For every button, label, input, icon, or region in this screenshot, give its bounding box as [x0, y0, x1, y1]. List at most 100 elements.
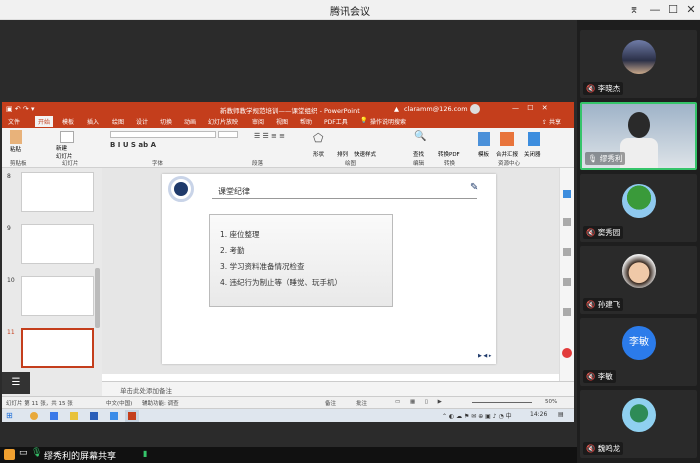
accessibility-status[interactable]: 辅助功能: 调查	[142, 399, 179, 407]
template-button[interactable]: 模板	[478, 150, 489, 158]
pin-icon[interactable]: ⌆	[625, 2, 643, 17]
group-slides: 幻灯片	[62, 161, 79, 167]
side-tool-icon[interactable]	[563, 248, 571, 256]
account-avatar[interactable]	[470, 104, 480, 114]
close-tool-button[interactable]: 关闭器	[524, 150, 541, 158]
merge-report-icon[interactable]	[500, 132, 514, 146]
minimize-button[interactable]: —	[646, 2, 664, 17]
paragraph-icons[interactable]: ☰ ☰ ≡ ≡	[254, 132, 285, 140]
side-tool-icon[interactable]	[563, 308, 571, 316]
participant-tile[interactable]: 🔇 李晓杰	[580, 30, 697, 98]
thumbs-scrollbar[interactable]	[95, 268, 100, 328]
quick-style-button[interactable]: 快速样式	[354, 150, 376, 158]
tab-view[interactable]: 视图	[276, 117, 288, 126]
share-owner-label: 缪秀利的屏幕共享	[44, 452, 117, 462]
close-tool-icon[interactable]	[528, 132, 540, 146]
font-name-select[interactable]	[110, 131, 216, 138]
merge-report-button[interactable]: 合并汇报	[496, 150, 518, 158]
tab-review[interactable]: 审阅	[252, 117, 264, 126]
zoom-slider[interactable]	[472, 402, 532, 403]
participant-name: 🎙 缪秀利	[585, 152, 626, 165]
shape-icon[interactable]: ⬠	[313, 131, 323, 145]
tab-animations[interactable]: 动画	[184, 117, 196, 126]
zoom-level[interactable]: 50%	[545, 399, 557, 405]
to-pdf-button[interactable]: 转换PDF	[438, 150, 460, 158]
flower-icon[interactable]	[562, 348, 572, 358]
template-icon[interactable]	[478, 132, 490, 146]
participant-tile[interactable]: 🔇 魏鸣龙	[580, 390, 697, 458]
participant-name-text: 李晓杰	[597, 84, 621, 93]
slide-thumbnail[interactable]	[21, 276, 94, 316]
side-tool-icon[interactable]	[563, 190, 571, 198]
participant-tile[interactable]: 李敏 🔇 李敏	[580, 318, 697, 386]
list-item: 3. 学习资料准备情况检查	[220, 262, 305, 271]
browser-icon[interactable]	[50, 412, 58, 420]
comments-button[interactable]: 批注	[356, 399, 367, 407]
find-button[interactable]: 查找	[413, 150, 424, 158]
app-icon[interactable]	[110, 412, 118, 420]
tab-home[interactable]: 开始	[35, 116, 54, 127]
shape-button[interactable]: 形状	[313, 150, 324, 158]
powerpoint-icon[interactable]	[128, 412, 136, 420]
notes-pane[interactable]: 单击此处添加备注	[102, 381, 574, 396]
tab-slideshow[interactable]: 幻灯片放映	[208, 117, 238, 126]
paste-icon[interactable]	[10, 130, 22, 144]
font-size-select[interactable]	[218, 131, 238, 138]
tab-transitions[interactable]: 切换	[160, 117, 172, 126]
windows-start-icon[interactable]: ⊞	[6, 411, 13, 420]
group-convert: 转换	[444, 161, 456, 167]
participant-list: 🔇 李晓杰 🎙 缪秀利 🔇 窦秀园 🔇 孙建飞 李敏 🔇 李敏 🔇 魏鸣龙	[577, 20, 700, 463]
participant-name-text: 缪秀利	[599, 154, 623, 163]
slide-info: 幻灯片 第 11 张，共 15 张	[6, 401, 73, 407]
participant-tile[interactable]: 🔇 窦秀园	[580, 174, 697, 242]
taskbar-time: 14:26	[530, 411, 548, 418]
view-icons[interactable]: ▭ ▦ ▯ ▶	[395, 399, 442, 405]
paste-button[interactable]: 粘贴	[10, 145, 21, 153]
maximize-button[interactable]: ☐	[664, 2, 682, 17]
participant-tile[interactable]: 🔇 孙建飞	[580, 246, 697, 314]
tell-me-search[interactable]: 操作说明搜索	[370, 117, 406, 126]
new-slide-icon[interactable]	[60, 131, 74, 143]
participant-avatar	[622, 184, 656, 218]
chrome-icon[interactable]	[30, 412, 38, 420]
ppt-window-controls[interactable]: — ☐ ✕	[512, 104, 548, 112]
participant-name-text: 李敏	[597, 372, 613, 381]
slide-thumbnail-selected[interactable]	[21, 328, 94, 368]
new-slide-button[interactable]: 新建 幻灯片	[56, 144, 73, 160]
list-item: 1. 座位整理	[220, 230, 260, 239]
tab-pdf-tools[interactable]: PDF工具	[324, 117, 348, 126]
current-slide[interactable]: 课堂纪律 ✎ 1. 座位整理 2. 考勤 3. 学习资料准备情况检查 4. 违纪…	[162, 174, 496, 364]
tab-file[interactable]: 文件	[8, 117, 20, 126]
slide-thumbnail[interactable]	[21, 172, 94, 212]
participant-tile-speaking[interactable]: 🎙 缪秀利	[580, 102, 697, 170]
slide-thumbnail[interactable]	[21, 224, 94, 264]
quick-access-icons[interactable]: ▣ ↶ ↷ ▾	[6, 105, 35, 113]
slide-content-box[interactable]: 1. 座位整理 2. 考勤 3. 学习资料准备情况检查 4. 违纪行为制止等（睡…	[209, 214, 393, 307]
notification-icon[interactable]: ▤	[558, 411, 564, 418]
tab-insert[interactable]: 插入	[87, 117, 99, 126]
list-item: 2. 考勤	[220, 246, 245, 255]
notes-button[interactable]: 备注	[325, 399, 336, 407]
pen-icon[interactable]: ✎	[470, 182, 478, 193]
font-format-icons[interactable]: B I U S ab A	[110, 141, 156, 149]
side-tool-icon[interactable]	[563, 218, 571, 226]
tab-draw[interactable]: 绘图	[112, 117, 124, 126]
menu-icon[interactable]: ☰	[2, 372, 30, 394]
tab-template[interactable]: 模板	[62, 117, 74, 126]
account-email[interactable]: claramm@126.com	[404, 105, 468, 113]
arrange-button[interactable]: 排列	[337, 150, 348, 158]
word-icon[interactable]	[90, 412, 98, 420]
language[interactable]: 中文(中国)	[106, 399, 132, 407]
close-button[interactable]: ✕	[682, 2, 700, 17]
share-button[interactable]: ⇪ 共享	[542, 117, 561, 126]
group-resource-center: 资源中心	[498, 161, 521, 167]
tab-design[interactable]: 设计	[136, 117, 148, 126]
slide-canvas: 课堂纪律 ✎ 1. 座位整理 2. 考勤 3. 学习资料准备情况检查 4. 违纪…	[102, 168, 559, 374]
slide-nav-icons[interactable]: ▶ ◀ ▸	[478, 353, 491, 359]
side-tool-icon[interactable]	[563, 278, 571, 286]
folder-icon[interactable]	[70, 412, 78, 420]
find-icon[interactable]: 🔍	[414, 131, 426, 142]
mic-icon[interactable]: 🎙	[31, 448, 42, 458]
tray-icons[interactable]: ⌃ ◐ ☁ ⚑ ✉ ⊕ ▣ ♪ ◔ 中	[442, 411, 512, 420]
tab-help[interactable]: 帮助	[300, 117, 312, 126]
